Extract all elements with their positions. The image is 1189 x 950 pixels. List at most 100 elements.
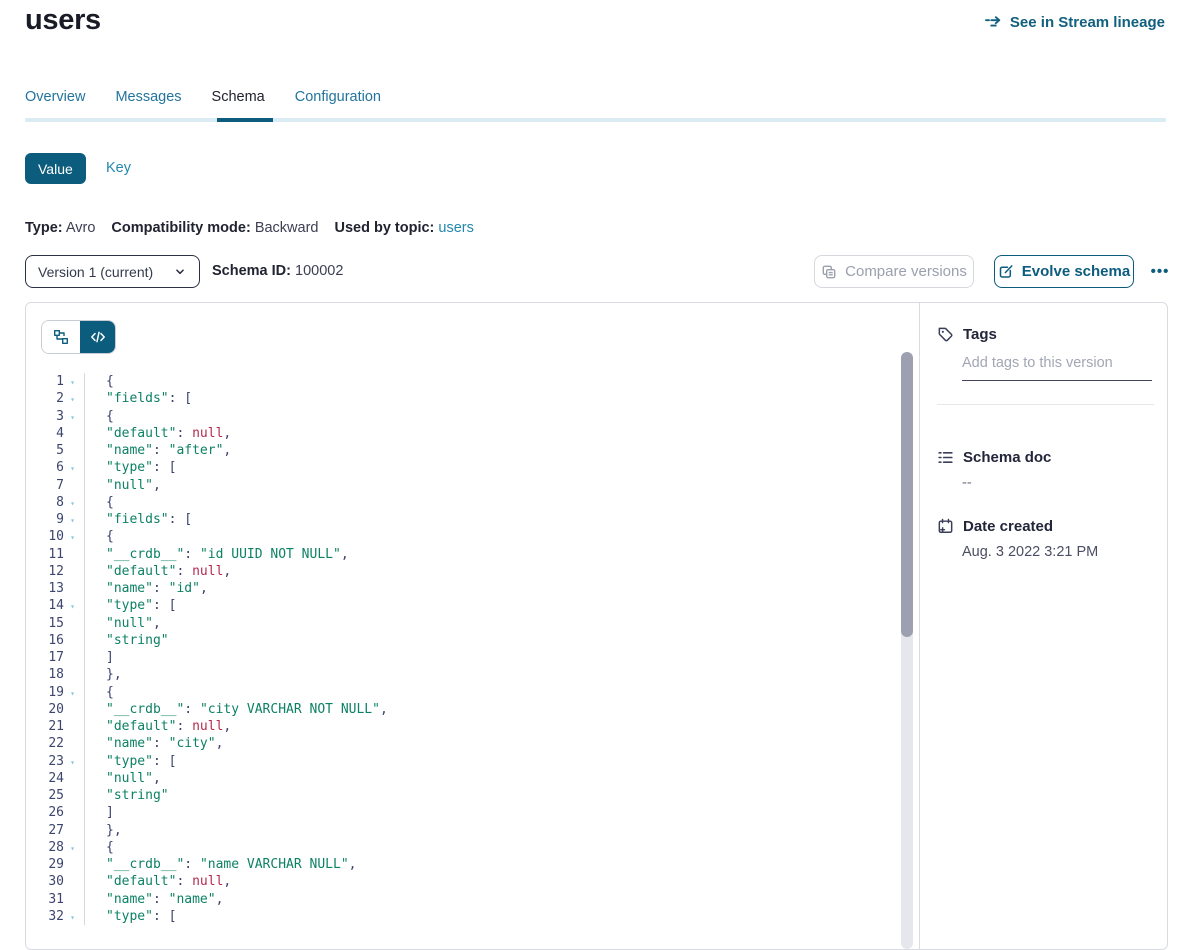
- code-line: 25 "string": [26, 787, 899, 804]
- collapse-toggle-icon[interactable]: ▾: [64, 687, 81, 698]
- code-line: 23▾ "type": [: [26, 753, 899, 770]
- line-number: 8: [26, 495, 64, 510]
- topic-link[interactable]: users: [438, 220, 473, 236]
- collapse-toggle-icon[interactable]: ▾: [64, 842, 81, 853]
- line-number: 6: [26, 460, 64, 475]
- sidebar-divider: [937, 404, 1154, 405]
- code-line: 26 ]: [26, 804, 899, 821]
- code-line: 6▾ "type": [: [26, 459, 899, 476]
- collapse-spacer: [64, 864, 81, 866]
- tags-title: Tags: [963, 326, 997, 343]
- add-tags-input[interactable]: [962, 355, 1152, 381]
- line-number: 22: [26, 736, 64, 751]
- tab-underline-track: [25, 118, 1166, 122]
- collapse-toggle-icon[interactable]: ▾: [64, 531, 81, 542]
- code-view-button[interactable]: [80, 321, 115, 353]
- view-toggle-group: [41, 320, 116, 354]
- collapse-toggle-icon[interactable]: ▾: [64, 462, 81, 473]
- code-line: 15 "null",: [26, 615, 899, 632]
- compare-versions-button[interactable]: Compare versions: [814, 255, 974, 288]
- collapse-toggle-icon[interactable]: ▾: [64, 514, 81, 525]
- topic-field: Used by topic: users: [334, 220, 473, 236]
- schema-id-field: Schema ID: 100002: [212, 255, 343, 288]
- date-created-heading: Date created: [920, 518, 1053, 535]
- stream-lineage-link[interactable]: See in Stream lineage: [985, 14, 1165, 31]
- code-text: "name": "city",: [84, 735, 223, 752]
- line-number: 31: [26, 892, 64, 907]
- collapse-spacer: [64, 726, 81, 728]
- type-value: Avro: [66, 220, 96, 236]
- code-view-icon: [90, 329, 106, 345]
- collapse-spacer: [64, 484, 81, 486]
- line-number: 25: [26, 788, 64, 803]
- collapse-spacer: [64, 432, 81, 434]
- code-line: 14▾ "type": [: [26, 597, 899, 614]
- collapse-toggle-icon[interactable]: ▾: [64, 376, 81, 387]
- tab-schema[interactable]: Schema: [212, 89, 265, 113]
- line-number: 16: [26, 633, 64, 648]
- compare-versions-icon: [821, 264, 837, 280]
- code-line: 7 "null",: [26, 477, 899, 494]
- code-line: 16 "string": [26, 632, 899, 649]
- schema-panel: 1▾{2▾ "fields": [3▾ {4 "default": null,5…: [25, 302, 1168, 950]
- version-select[interactable]: Version 1 (current): [25, 255, 200, 288]
- collapse-toggle-icon[interactable]: ▾: [64, 497, 81, 508]
- line-number: 29: [26, 857, 64, 872]
- code-text: ]: [84, 649, 114, 666]
- tab-configuration[interactable]: Configuration: [295, 89, 381, 113]
- collapse-spacer: [64, 708, 81, 710]
- code-line: 19▾ {: [26, 684, 899, 701]
- compat-label: Compatibility mode:: [111, 220, 250, 236]
- code-text: "name": "name",: [84, 891, 223, 908]
- collapse-toggle-icon[interactable]: ▾: [64, 393, 81, 404]
- code-line: 4 "default": null,: [26, 425, 899, 442]
- line-number: 20: [26, 702, 64, 717]
- collapse-toggle-icon[interactable]: ▾: [64, 756, 81, 767]
- code-text: {: [84, 494, 114, 511]
- code-editor-lines: 1▾{2▾ "fields": [3▾ {4 "default": null,5…: [26, 373, 899, 925]
- code-line: 5 "name": "after",: [26, 442, 899, 459]
- collapse-toggle-icon[interactable]: ▾: [64, 911, 81, 922]
- code-text: "fields": [: [84, 511, 192, 528]
- calendar-plus-icon: [937, 518, 954, 535]
- code-line: 17 ]: [26, 649, 899, 666]
- line-number: 17: [26, 650, 64, 665]
- code-text: "type": [: [84, 597, 176, 614]
- tab-overview[interactable]: Overview: [25, 89, 85, 113]
- code-line: 3▾ {: [26, 408, 899, 425]
- line-number: 28: [26, 840, 64, 855]
- line-number: 12: [26, 564, 64, 579]
- key-toggle-button[interactable]: Key: [100, 153, 137, 184]
- collapse-toggle-icon[interactable]: ▾: [64, 600, 81, 611]
- date-created-title: Date created: [963, 518, 1053, 535]
- date-created-value: Aug. 3 2022 3:21 PM: [962, 544, 1098, 560]
- code-line: 28▾ {: [26, 839, 899, 856]
- code-text: "type": [: [84, 753, 176, 770]
- code-text: "null",: [84, 615, 161, 632]
- line-number: 23: [26, 754, 64, 769]
- code-scrollbar-thumb[interactable]: [901, 352, 913, 637]
- collapse-spacer: [64, 743, 81, 745]
- tree-view-button[interactable]: [42, 321, 80, 353]
- code-line: 32▾ "type": [: [26, 908, 899, 925]
- collapse-toggle-icon[interactable]: ▾: [64, 411, 81, 422]
- collapse-spacer: [64, 657, 81, 659]
- value-toggle-button[interactable]: Value: [25, 153, 86, 184]
- line-number: 2: [26, 391, 64, 406]
- code-text: "__crdb__": "name VARCHAR NULL",: [84, 856, 356, 873]
- evolve-schema-button[interactable]: Evolve schema: [994, 255, 1134, 288]
- line-number: 3: [26, 409, 64, 424]
- schema-id-label: Schema ID:: [212, 263, 291, 279]
- code-text: "null",: [84, 477, 161, 494]
- tab-messages[interactable]: Messages: [115, 89, 181, 113]
- line-number: 14: [26, 598, 64, 613]
- code-text: ]: [84, 804, 114, 821]
- version-select-value: Version 1 (current): [38, 264, 153, 280]
- collapse-spacer: [64, 588, 81, 590]
- code-line: 9▾ "fields": [: [26, 511, 899, 528]
- line-number: 32: [26, 909, 64, 924]
- code-line: 31 "name": "name",: [26, 891, 899, 908]
- more-actions-button[interactable]: •••: [1143, 255, 1177, 288]
- code-text: "default": null,: [84, 718, 231, 735]
- schema-doc-title: Schema doc: [963, 449, 1051, 466]
